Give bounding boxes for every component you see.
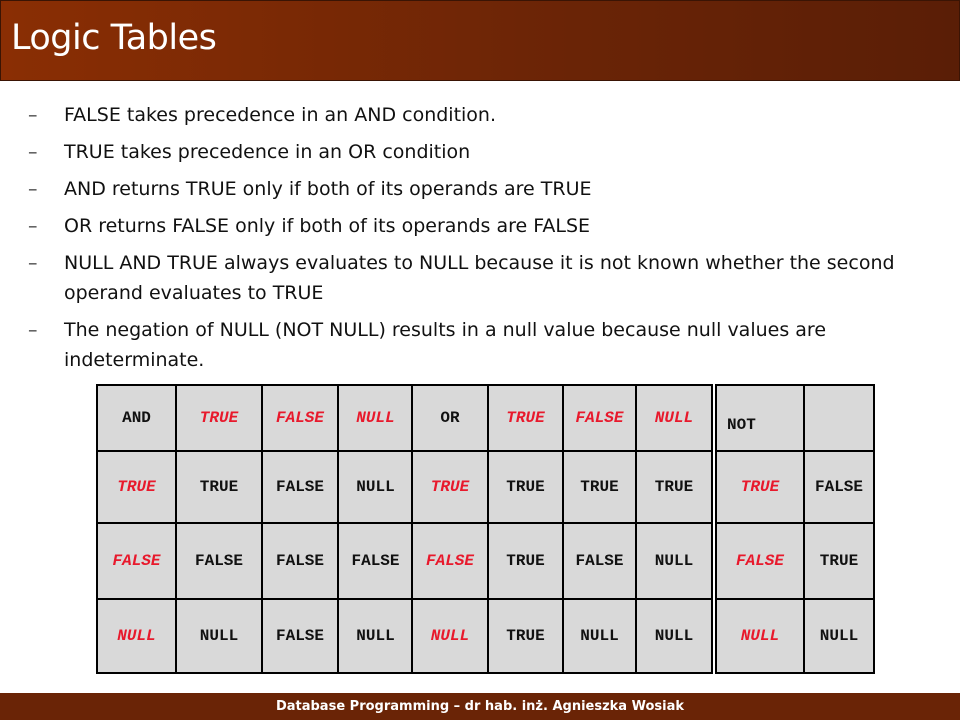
and-operator-cell: AND [96, 384, 177, 452]
and-row-header: TRUE [96, 450, 177, 524]
bullet-item: – FALSE takes precedence in an AND condit… [28, 100, 928, 130]
and-col-header: TRUE [175, 384, 263, 452]
bullet-text: TRUE takes precedence in an OR condition [64, 141, 471, 163]
and-col-header: FALSE [261, 384, 339, 452]
or-cell: TRUE [487, 522, 564, 600]
not-cell: FALSE [803, 450, 875, 524]
or-cell: TRUE [635, 450, 713, 524]
bullet-dash: – [28, 104, 38, 126]
bullet-text: The negation of NULL (NOT NULL) results … [64, 319, 827, 371]
or-operator-cell: OR [411, 384, 489, 452]
bullet-item: – The negation of NULL (NOT NULL) results… [28, 315, 928, 375]
or-row-header: TRUE [411, 450, 489, 524]
and-row-header: NULL [96, 598, 177, 674]
bullet-dash: – [28, 319, 38, 341]
not-operator-cell: NOT [715, 384, 805, 452]
bullet-dash: – [28, 215, 38, 237]
bullet-dash: – [28, 178, 38, 200]
or-cell: TRUE [562, 450, 637, 524]
bullet-text: NULL AND TRUE always evaluates to NULL b… [64, 252, 895, 304]
and-cell: FALSE [261, 598, 339, 674]
or-row-header: NULL [411, 598, 489, 674]
bullet-item: – NULL AND TRUE always evaluates to NULL … [28, 248, 928, 308]
not-cell: NULL [803, 598, 875, 674]
not-empty-cell [803, 384, 875, 452]
not-row-header: TRUE [715, 450, 805, 524]
footer: Database Programming – dr hab. inż. Agni… [0, 693, 960, 720]
bullet-item: – TRUE takes precedence in an OR conditio… [28, 137, 928, 167]
and-cell: FALSE [261, 450, 339, 524]
or-cell: TRUE [487, 450, 564, 524]
or-cell: TRUE [487, 598, 564, 674]
not-table: NOT TRUE FALSE FALSE TRUE NULL NULL [715, 384, 875, 674]
and-row-header: FALSE [96, 522, 177, 600]
bullet-list: – FALSE takes precedence in an AND condit… [28, 100, 928, 382]
and-col-header: NULL [337, 384, 414, 452]
bullet-item: – AND returns TRUE only if both of its op… [28, 174, 928, 204]
or-cell: NULL [635, 522, 713, 600]
or-col-header: FALSE [562, 384, 637, 452]
or-col-header: NULL [635, 384, 713, 452]
bullet-text: OR returns FALSE only if both of its ope… [64, 215, 591, 237]
or-cell: FALSE [562, 522, 637, 600]
slide-title: Logic Tables [11, 18, 217, 58]
not-row-header: FALSE [715, 522, 805, 600]
bullet-dash: – [28, 141, 38, 163]
or-col-header: TRUE [487, 384, 564, 452]
or-row-header: FALSE [411, 522, 489, 600]
and-cell: FALSE [261, 522, 339, 600]
bullet-text: FALSE takes precedence in an AND conditi… [64, 104, 497, 126]
not-cell: TRUE [803, 522, 875, 600]
and-cell: NULL [175, 598, 263, 674]
title-bar: Logic Tables [0, 0, 960, 81]
and-cell: TRUE [175, 450, 263, 524]
and-cell: FALSE [175, 522, 263, 600]
and-cell: FALSE [337, 522, 414, 600]
or-table: OR TRUE FALSE NULL TRUE TRUE TRUE TRUE F… [411, 384, 713, 674]
or-cell: NULL [562, 598, 637, 674]
bullet-dash: – [28, 252, 38, 274]
and-table: AND TRUE FALSE NULL TRUE TRUE FALSE NULL… [96, 384, 414, 674]
bullet-text: AND returns TRUE only if both of its ope… [64, 178, 592, 200]
and-cell: NULL [337, 450, 414, 524]
or-cell: NULL [635, 598, 713, 674]
and-cell: NULL [337, 598, 414, 674]
not-row-header: NULL [715, 598, 805, 674]
bullet-item: – OR returns FALSE only if both of its op… [28, 211, 928, 241]
